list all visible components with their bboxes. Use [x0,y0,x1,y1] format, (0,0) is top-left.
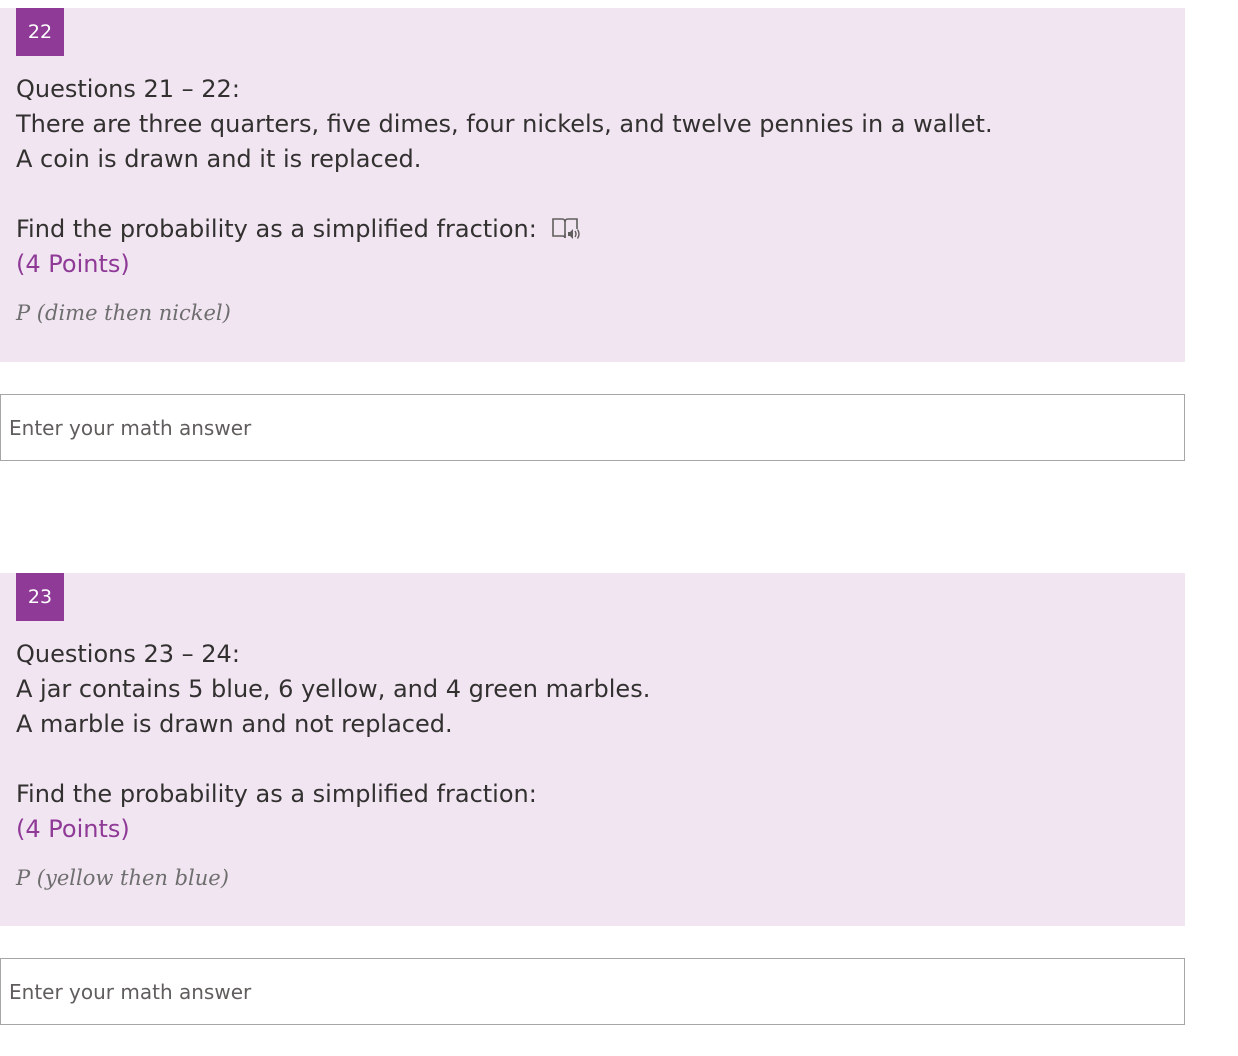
question-line: There are three quarters, five dimes, fo… [16,110,993,138]
question-title: Questions 23 – 24: [16,640,240,668]
question-points: (4 Points) [16,815,130,843]
question-line: A marble is drawn and not replaced. [16,710,453,738]
math-answer-input[interactable]: Enter your math answer [0,394,1185,461]
question-card-22: 22 Questions 21 – 22: There are three qu… [0,8,1185,362]
question-text: Questions 23 – 24: A jar contains 5 blue… [16,637,650,847]
question-points: (4 Points) [16,250,130,278]
question-prompt: Find the probability as a simplified fra… [16,215,537,243]
question-card-23: 23 Questions 23 – 24: A jar contains 5 b… [0,573,1185,926]
question-subtitle: P (dime then nickel) [16,301,231,325]
question-prompt: Find the probability as a simplified fra… [16,780,537,808]
question-number-badge: 22 [16,8,64,56]
question-text: Questions 21 – 22: There are three quart… [16,72,993,282]
math-answer-input[interactable]: Enter your math answer [0,958,1185,1025]
question-line: A coin is drawn and it is replaced. [16,145,422,173]
question-subtitle: P (yellow then blue) [16,866,229,890]
question-line: A jar contains 5 blue, 6 yellow, and 4 g… [16,675,651,703]
answer-placeholder: Enter your math answer [9,416,252,440]
immersive-reader-icon[interactable] [551,216,581,244]
question-prompt-row: Find the probability as a simplified fra… [16,212,993,247]
question-title: Questions 21 – 22: [16,75,240,103]
answer-placeholder: Enter your math answer [9,980,252,1004]
question-number-badge: 23 [16,573,64,621]
